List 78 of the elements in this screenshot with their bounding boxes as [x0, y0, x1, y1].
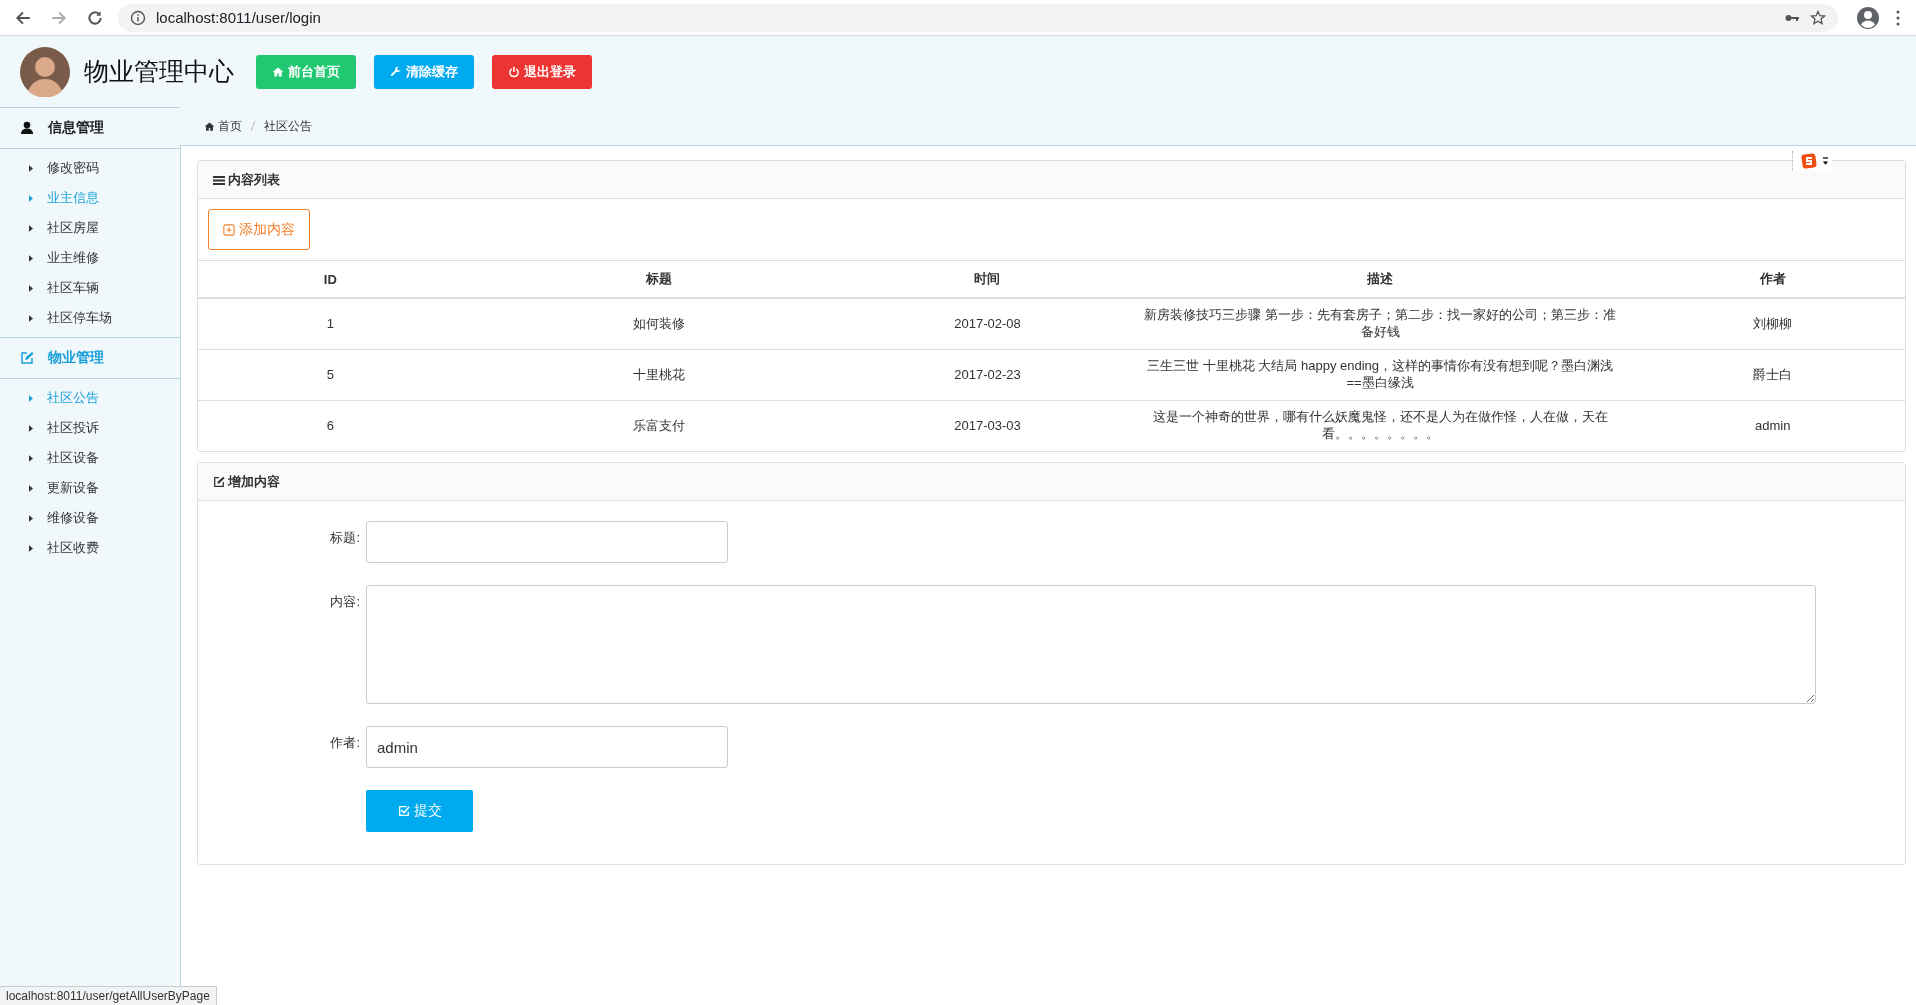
- ime-logo-icon: [1801, 153, 1817, 169]
- menu-item[interactable]: 更新设备: [0, 473, 180, 503]
- ime-toolbar[interactable]: [1792, 151, 1832, 171]
- url-text: localhost:8011/user/login: [156, 9, 321, 26]
- menu-item[interactable]: 社区设备: [0, 443, 180, 473]
- table-cell: 2017-02-08: [855, 298, 1120, 350]
- menu-item[interactable]: 维修设备: [0, 503, 180, 533]
- table-cell: 2017-02-23: [855, 349, 1120, 401]
- column-header: 标题: [462, 261, 856, 298]
- panel-title: 内容列表: [228, 170, 280, 189]
- check-square-icon: [397, 805, 410, 817]
- menu-item[interactable]: 修改密码: [0, 153, 180, 183]
- caret-icon: [29, 254, 33, 262]
- list-icon: [213, 173, 225, 186]
- table-cell: 这是一个神奇的世界，哪有什么妖魔鬼怪，还不是人为在做作怪，人在做，天在看。。。。。。。。: [1119, 400, 1641, 451]
- caret-icon: [29, 394, 33, 402]
- table-cell: 乐富支付: [462, 400, 856, 451]
- table-cell: 三生三世 十里桃花 大结局 happy ending，这样的事情你有没有想到呢？墨白渊浅==墨白缘浅: [1119, 349, 1641, 401]
- field-label: 标题:: [329, 529, 360, 547]
- field-label: 内容:: [329, 593, 360, 611]
- content-field[interactable]: [366, 585, 1816, 704]
- user-icon: [20, 121, 34, 135]
- column-header: 作者: [1640, 261, 1905, 298]
- caret-icon: [29, 164, 33, 172]
- header-button[interactable]: 退出登录: [492, 54, 592, 89]
- caret-icon: [29, 424, 33, 432]
- menu-item[interactable]: 社区车辆: [0, 273, 180, 303]
- table-cell: 1: [198, 298, 463, 350]
- home-icon: [272, 65, 284, 78]
- star-icon[interactable]: [1810, 9, 1826, 26]
- table-cell: admin: [1640, 400, 1905, 451]
- table-cell: 新房装修技巧三步骤 第一步：先有套房子；第二步：找一家好的公司；第三步：准备好钱: [1119, 298, 1641, 350]
- menu-item[interactable]: 社区投诉: [0, 413, 180, 443]
- table-cell: 5: [198, 349, 463, 401]
- edit-icon: [213, 475, 225, 488]
- caret-icon: [29, 484, 33, 492]
- more-icon[interactable]: [1896, 9, 1900, 26]
- menu-item[interactable]: 社区停车场: [0, 303, 180, 333]
- wrench-icon: [390, 65, 402, 78]
- column-header: 时间: [855, 261, 1120, 298]
- caret-icon: [29, 454, 33, 462]
- account-icon[interactable]: [1856, 5, 1880, 30]
- breadcrumb-current: 社区公告: [264, 117, 312, 135]
- plus-square-icon: [223, 223, 235, 236]
- column-header: 描述: [1119, 261, 1641, 298]
- breadcrumb-link[interactable]: 首页: [204, 117, 242, 135]
- site-title: 物业管理中心: [84, 56, 234, 87]
- address-bar[interactable]: localhost:8011/user/login: [118, 3, 1838, 32]
- caret-icon: [29, 224, 33, 232]
- home-icon: [204, 120, 215, 132]
- menu-item[interactable]: 社区收费: [0, 533, 180, 563]
- dropdown-icon: [1823, 156, 1828, 166]
- menu-group[interactable]: 信息管理: [0, 107, 180, 149]
- table-cell: 爵士白: [1640, 349, 1905, 401]
- table-cell: 6: [198, 400, 463, 451]
- caret-icon: [29, 284, 33, 292]
- input-field[interactable]: [366, 521, 728, 563]
- menu-item[interactable]: 业主维修: [0, 243, 180, 273]
- caret-icon: [29, 194, 33, 202]
- caret-icon: [29, 314, 33, 322]
- reload-icon[interactable]: [86, 8, 104, 27]
- breadcrumb-separator-icon: [250, 120, 256, 132]
- column-header: ID: [198, 261, 463, 298]
- table-cell: 如何装修: [462, 298, 856, 350]
- table-cell: 2017-03-03: [855, 400, 1120, 451]
- table-cell: 十里桃花: [462, 349, 856, 401]
- table-cell: 刘柳柳: [1640, 298, 1905, 350]
- caret-icon: [29, 514, 33, 522]
- status-url: localhost:8011/user/getAllUserByPage: [0, 986, 217, 1005]
- power-icon: [508, 65, 520, 78]
- panel-title: 增加内容: [228, 472, 280, 491]
- avatar: [20, 46, 70, 97]
- field-label: 作者:: [329, 734, 360, 752]
- info-icon[interactable]: [130, 9, 146, 26]
- caret-icon: [29, 544, 33, 552]
- input-field[interactable]: admin: [366, 726, 728, 768]
- edit-icon: [20, 351, 34, 365]
- menu-item[interactable]: 社区房屋: [0, 213, 180, 243]
